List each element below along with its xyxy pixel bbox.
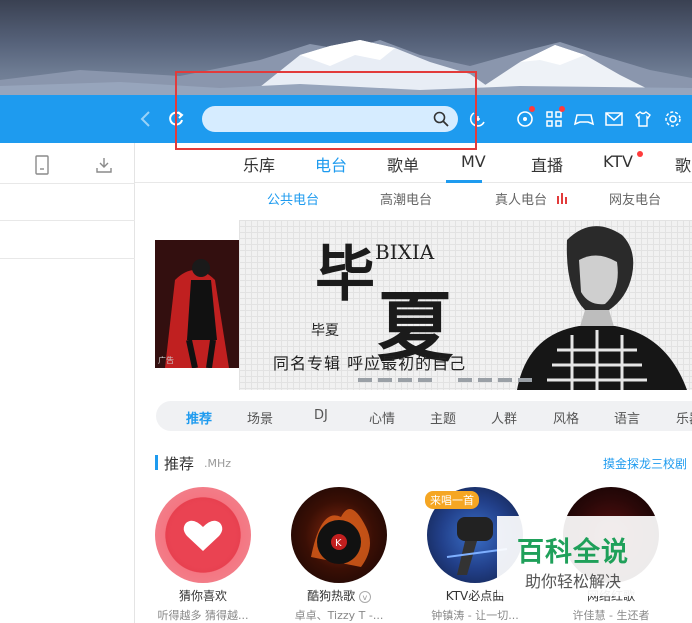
equalizer-icon (557, 193, 567, 204)
ktv-notification-dot (637, 151, 643, 157)
watermark-title: 百科全说 (517, 537, 629, 568)
tab-ktv[interactable]: KTV (603, 152, 633, 171)
radio-subtabs: 公共电台 高潮电台 真人电台 网友电台 (135, 183, 692, 213)
tab-more[interactable]: 歌 (675, 152, 691, 176)
subtab-public-radio[interactable]: 公共电台 (267, 189, 319, 208)
svg-text:K: K (335, 538, 342, 549)
banner-dot[interactable] (498, 378, 512, 382)
banner-dot[interactable] (358, 378, 372, 382)
category-language[interactable]: 语言 (614, 408, 640, 427)
banner-dot[interactable] (518, 378, 532, 382)
ad-thumbnail[interactable]: 广告 (155, 240, 239, 368)
category-audience[interactable]: 人群 (491, 408, 517, 427)
radio-card[interactable]: K 酷狗热歌 v 卓卓、Tizzy T -... (291, 487, 387, 623)
banner-dot[interactable] (378, 378, 392, 382)
banner-dot[interactable] (478, 378, 492, 382)
section-title: 推荐 (164, 455, 195, 473)
category-scene[interactable]: 场景 (247, 408, 273, 427)
banner-dot[interactable] (398, 378, 412, 382)
banner-dot[interactable] (418, 378, 432, 382)
subtab-live-person-radio[interactable]: 真人电台 (495, 189, 547, 208)
banner-artist-char-1: 毕 (315, 240, 375, 310)
radio-card-subtitle: 卓卓、Tizzy T -... (294, 609, 384, 622)
section-accent-bar (155, 455, 158, 470)
tab-mv[interactable]: MV (461, 152, 486, 171)
download-icon[interactable] (90, 151, 118, 179)
radio-card-title: 酷狗热歌 v (281, 587, 397, 604)
tab-radio[interactable]: 电台 (315, 152, 347, 176)
left-panel-row[interactable] (0, 183, 135, 221)
section-promo-link[interactable]: 摸金探龙三校剧 (603, 455, 687, 472)
apps-notification-dot (559, 106, 565, 112)
subtab-user-radio[interactable]: 网友电台 (609, 189, 661, 208)
category-theme[interactable]: 主题 (430, 408, 456, 427)
game-icon[interactable] (570, 105, 598, 133)
main-tabs: 乐库 电台 歌单 MV 直播 KTV 歌 (135, 143, 692, 183)
card-badge: 来唱一首 (425, 491, 479, 509)
skin-icon[interactable] (629, 105, 657, 133)
phone-icon[interactable] (28, 151, 56, 179)
back-arrow-icon[interactable] (132, 105, 160, 133)
app-window: 乐库 电台 歌单 MV 直播 KTV 歌 公共电台 高潮电台 真人电台 网友电台… (0, 0, 692, 623)
banner-dot[interactable] (458, 378, 472, 382)
category-bar: 推荐 场景 DJ 心情 主题 人群 风格 语言 乐器 (156, 401, 692, 431)
category-dj[interactable]: DJ (314, 408, 328, 423)
radio-card[interactable]: 猜你喜欢 听得越多 猜得越... (155, 487, 251, 623)
banner-slogan: 同名专辑 呼应最初的自己 (273, 354, 467, 373)
left-panel (0, 143, 135, 623)
radio-card-subtitle: 许佳慧 - 生还者 (572, 609, 650, 622)
category-instrument[interactable]: 乐器 (676, 408, 692, 427)
ad-tag: 广告 (158, 356, 174, 365)
radio-notification-dot (529, 106, 535, 112)
watermark-overlay: 百科全说 助你轻松解决 (497, 516, 667, 596)
highlight-box (175, 71, 477, 150)
radio-card-cover[interactable]: K (291, 487, 387, 583)
banner-artist-name: 毕夏 (311, 323, 339, 339)
banner-dot (438, 378, 452, 382)
category-mood[interactable]: 心情 (369, 408, 395, 427)
banner-artist-photo (517, 226, 687, 390)
tab-live[interactable]: 直播 (531, 152, 563, 176)
promo-banner[interactable]: 毕 夏 BIXIA 毕夏 同名专辑 呼应最初的自己 (239, 220, 692, 390)
radio-card-subtitle: 钟镇涛 - 让一切... (431, 609, 519, 622)
expand-icon[interactable]: v (358, 590, 371, 603)
tab-playlists[interactable]: 歌单 (387, 152, 419, 176)
radio-card-title: 猜你喜欢 (178, 589, 227, 603)
category-style[interactable]: 风格 (553, 408, 579, 427)
left-panel-row[interactable] (0, 221, 135, 259)
category-recommend[interactable]: 推荐 (186, 408, 212, 427)
watermark-subtitle: 助你轻松解决 (525, 572, 622, 591)
mail-icon[interactable] (600, 105, 628, 133)
radio-card-cover[interactable] (155, 487, 251, 583)
section-subtitle: .MHz (204, 457, 232, 470)
banner-pinyin: BIXIA (375, 240, 435, 264)
subtab-climax-radio[interactable]: 高潮电台 (380, 189, 432, 208)
settings-icon[interactable] (659, 105, 687, 133)
banner-pagination (358, 378, 532, 384)
tab-library[interactable]: 乐库 (243, 152, 275, 176)
radio-card-subtitle: 听得越多 猜得越... (157, 609, 249, 622)
